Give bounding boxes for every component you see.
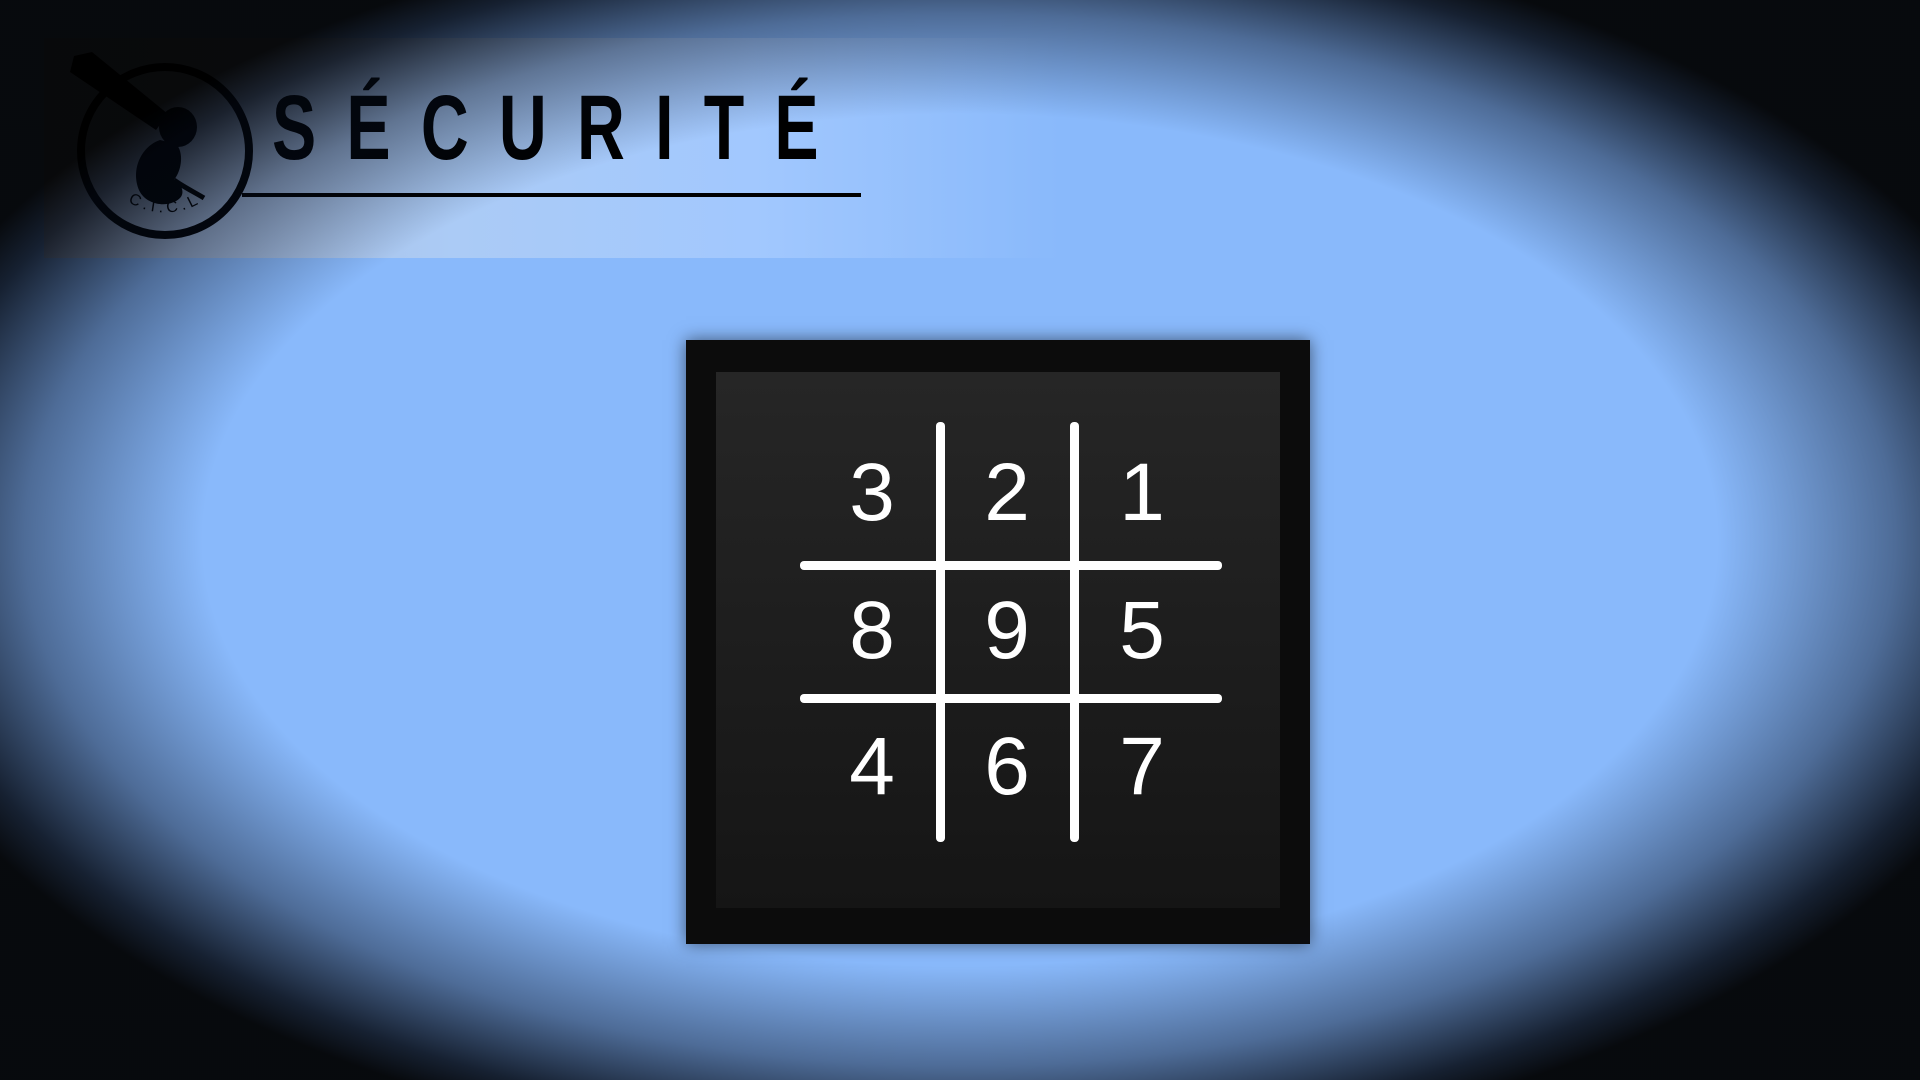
keypad-key[interactable]: 7 [1077, 702, 1207, 832]
fetus-emblem-icon: C.I.C.L [70, 52, 253, 239]
title-underline [242, 193, 861, 197]
keypad-frame: 3 2 1 8 9 5 4 6 7 [686, 340, 1310, 944]
keypad-key[interactable]: 3 [807, 428, 937, 558]
page-title: SÉCURITÉ [272, 77, 849, 179]
keypad-key[interactable]: 4 [807, 702, 937, 832]
keypad-key[interactable]: 9 [942, 566, 1072, 696]
keypad-key[interactable]: 5 [1077, 566, 1207, 696]
keypad-key[interactable]: 8 [807, 566, 937, 696]
keypad-key[interactable]: 2 [942, 428, 1072, 558]
keypad-key[interactable]: 1 [1077, 428, 1207, 558]
game-screen: C.I.C.L SÉCURITÉ 3 2 1 8 9 5 4 6 7 [0, 0, 1920, 1080]
keypad-face: 3 2 1 8 9 5 4 6 7 [716, 372, 1280, 908]
keypad-key[interactable]: 6 [942, 702, 1072, 832]
